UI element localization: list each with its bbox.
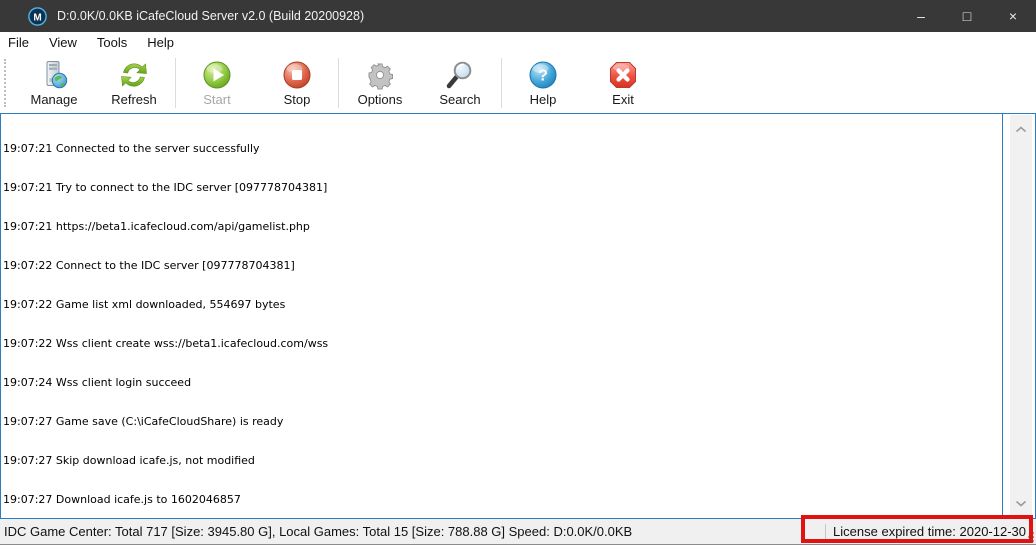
log-right-border (1002, 114, 1003, 518)
scroll-up-arrow[interactable] (1015, 120, 1027, 138)
start-icon (201, 59, 233, 91)
log-line: 19:07:27 Game save (C:\iCafeCloudShare) … (3, 415, 995, 428)
log-lines: 19:07:21 Connected to the server success… (3, 116, 995, 545)
stop-icon (281, 59, 313, 91)
options-icon (364, 59, 396, 91)
app-logo-icon: M (28, 7, 47, 26)
app-window: M D:0.0K/0.0KB iCafeCloud Server v2.0 (B… (0, 0, 1036, 545)
log-line: 19:07:21 Try to connect to the IDC serve… (3, 181, 995, 194)
menu-tools[interactable]: Tools (87, 32, 137, 53)
minimize-button[interactable]: – (898, 0, 944, 32)
svg-text:M: M (33, 12, 41, 23)
resize-grip[interactable] (1023, 531, 1035, 543)
toolbar: Manage Refresh (0, 53, 1036, 113)
manage-icon (38, 59, 70, 91)
help-button-label: Help (530, 93, 557, 107)
log-line: 19:07:21 Connected to the server success… (3, 142, 995, 155)
license-expiry-text: License expired time: 2020-12-30 (833, 524, 1026, 539)
status-info-text: IDC Game Center: Total 717 [Size: 3945.8… (4, 524, 632, 539)
log-line: 19:07:21 https://beta1.icafecloud.com/ap… (3, 220, 995, 233)
refresh-icon (118, 59, 150, 91)
toolbar-gripper[interactable] (4, 59, 8, 107)
status-license-section: License expired time: 2020-12-30 (825, 519, 1026, 544)
log-line: 19:07:24 Wss client login succeed (3, 376, 995, 389)
search-icon (444, 59, 476, 91)
menu-view[interactable]: View (39, 32, 87, 53)
stop-button[interactable]: Stop (257, 55, 337, 111)
help-icon: ? (527, 59, 559, 91)
search-button-label: Search (439, 93, 480, 107)
vertical-scrollbar[interactable] (1010, 115, 1032, 517)
status-divider (825, 524, 826, 539)
title-bar[interactable]: M D:0.0K/0.0KB iCafeCloud Server v2.0 (B… (0, 0, 1036, 32)
log-line: 19:07:27 Download icafe.js to 1602046857 (3, 493, 995, 506)
help-button[interactable]: ? Help (503, 55, 583, 111)
maximize-button[interactable]: □ (944, 0, 990, 32)
svg-text:?: ? (538, 68, 548, 85)
window-controls: – □ × (898, 0, 1036, 32)
log-line: 19:07:27 Skip download icafe.js, not mod… (3, 454, 995, 467)
log-line: 19:07:22 Game list xml downloaded, 55469… (3, 298, 995, 311)
options-button-label: Options (358, 93, 403, 107)
close-button[interactable]: × (990, 0, 1036, 32)
stop-button-label: Stop (284, 93, 311, 107)
status-bar: IDC Game Center: Total 717 [Size: 3945.8… (0, 519, 1036, 544)
log-line: 19:07:22 Wss client create wss://beta1.i… (3, 337, 995, 350)
start-button[interactable]: Start (177, 55, 257, 111)
menu-help[interactable]: Help (137, 32, 184, 53)
start-button-label: Start (203, 93, 230, 107)
toolbar-separator (338, 58, 339, 108)
window-title: D:0.0K/0.0KB iCafeCloud Server v2.0 (Bui… (57, 9, 364, 23)
toolbar-separator (175, 58, 176, 108)
menu-file[interactable]: File (0, 32, 39, 53)
scroll-down-arrow[interactable] (1015, 494, 1027, 512)
log-line: 19:07:22 Connect to the IDC server [0977… (3, 259, 995, 272)
search-button[interactable]: Search (420, 55, 500, 111)
manage-button[interactable]: Manage (14, 55, 94, 111)
log-output[interactable]: 19:07:21 Connected to the server success… (0, 113, 1036, 519)
options-button[interactable]: Options (340, 55, 420, 111)
exit-button[interactable]: Exit (583, 55, 663, 111)
toolbar-separator (501, 58, 502, 108)
refresh-button[interactable]: Refresh (94, 55, 174, 111)
exit-button-label: Exit (612, 93, 634, 107)
refresh-button-label: Refresh (111, 93, 157, 107)
exit-icon (607, 59, 639, 91)
menu-bar: File View Tools Help (0, 32, 1036, 53)
manage-button-label: Manage (31, 93, 78, 107)
